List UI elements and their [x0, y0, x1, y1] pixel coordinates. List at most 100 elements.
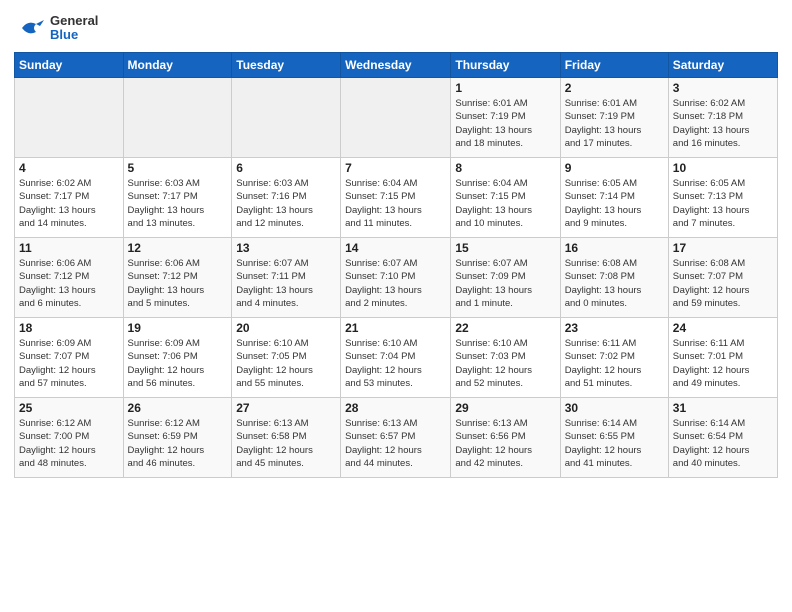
weekday-header-sunday: Sunday	[15, 53, 124, 78]
day-info: Sunrise: 6:13 AMSunset: 6:58 PMDaylight:…	[236, 417, 336, 470]
day-number: 26	[128, 401, 228, 415]
calendar-cell: 9 Sunrise: 6:05 AMSunset: 7:14 PMDaylight…	[560, 158, 668, 238]
calendar-week-row: 4 Sunrise: 6:02 AMSunset: 7:17 PMDaylight…	[15, 158, 778, 238]
calendar-cell: 18 Sunrise: 6:09 AMSunset: 7:07 PMDayligh…	[15, 318, 124, 398]
weekday-header-wednesday: Wednesday	[341, 53, 451, 78]
calendar-cell: 8 Sunrise: 6:04 AMSunset: 7:15 PMDaylight…	[451, 158, 560, 238]
day-info: Sunrise: 6:10 AMSunset: 7:04 PMDaylight:…	[345, 337, 446, 390]
logo-text-general: General	[50, 14, 98, 28]
day-number: 10	[673, 161, 773, 175]
day-number: 23	[565, 321, 664, 335]
day-info: Sunrise: 6:01 AMSunset: 7:19 PMDaylight:…	[565, 97, 664, 150]
day-number: 9	[565, 161, 664, 175]
day-number: 2	[565, 81, 664, 95]
day-number: 8	[455, 161, 555, 175]
logo: General Blue	[14, 12, 98, 44]
calendar-cell: 13 Sunrise: 6:07 AMSunset: 7:11 PMDayligh…	[232, 238, 341, 318]
day-info: Sunrise: 6:05 AMSunset: 7:13 PMDaylight:…	[673, 177, 773, 230]
day-info: Sunrise: 6:02 AMSunset: 7:18 PMDaylight:…	[673, 97, 773, 150]
day-info: Sunrise: 6:04 AMSunset: 7:15 PMDaylight:…	[455, 177, 555, 230]
calendar-cell: 27 Sunrise: 6:13 AMSunset: 6:58 PMDayligh…	[232, 398, 341, 478]
calendar-week-row: 11Sunrise: 6:06 AMSunset: 7:12 PMDayligh…	[15, 238, 778, 318]
day-info: Sunrise: 6:13 AMSunset: 6:56 PMDaylight:…	[455, 417, 555, 470]
calendar-cell: 26 Sunrise: 6:12 AMSunset: 6:59 PMDayligh…	[123, 398, 232, 478]
day-number: 24	[673, 321, 773, 335]
day-number: 15	[455, 241, 555, 255]
calendar-cell: 12Sunrise: 6:06 AMSunset: 7:12 PMDayligh…	[123, 238, 232, 318]
calendar-cell: 11Sunrise: 6:06 AMSunset: 7:12 PMDayligh…	[15, 238, 124, 318]
calendar-cell: 22 Sunrise: 6:10 AMSunset: 7:03 PMDayligh…	[451, 318, 560, 398]
calendar-cell	[341, 78, 451, 158]
day-number: 19	[128, 321, 228, 335]
day-number: 17	[673, 241, 773, 255]
calendar-cell: 31Sunrise: 6:14 AMSunset: 6:54 PMDayligh…	[668, 398, 777, 478]
day-info: Sunrise: 6:03 AMSunset: 7:16 PMDaylight:…	[236, 177, 336, 230]
day-info: Sunrise: 6:04 AMSunset: 7:15 PMDaylight:…	[345, 177, 446, 230]
weekday-header-saturday: Saturday	[668, 53, 777, 78]
calendar-cell: 28 Sunrise: 6:13 AMSunset: 6:57 PMDayligh…	[341, 398, 451, 478]
day-info: Sunrise: 6:07 AMSunset: 7:11 PMDaylight:…	[236, 257, 336, 310]
calendar-cell: 30 Sunrise: 6:14 AMSunset: 6:55 PMDayligh…	[560, 398, 668, 478]
day-number: 7	[345, 161, 446, 175]
weekday-header-friday: Friday	[560, 53, 668, 78]
calendar: SundayMondayTuesdayWednesdayThursdayFrid…	[14, 52, 778, 478]
day-number: 1	[455, 81, 555, 95]
calendar-cell: 29 Sunrise: 6:13 AMSunset: 6:56 PMDayligh…	[451, 398, 560, 478]
calendar-cell: 2 Sunrise: 6:01 AMSunset: 7:19 PMDaylight…	[560, 78, 668, 158]
calendar-cell: 10 Sunrise: 6:05 AMSunset: 7:13 PMDayligh…	[668, 158, 777, 238]
weekday-header-row: SundayMondayTuesdayWednesdayThursdayFrid…	[15, 53, 778, 78]
day-number: 16	[565, 241, 664, 255]
day-number: 13	[236, 241, 336, 255]
day-number: 21	[345, 321, 446, 335]
day-number: 28	[345, 401, 446, 415]
logo-text-blue: Blue	[50, 28, 98, 42]
calendar-cell: 4 Sunrise: 6:02 AMSunset: 7:17 PMDaylight…	[15, 158, 124, 238]
calendar-cell	[123, 78, 232, 158]
calendar-cell: 17Sunrise: 6:08 AMSunset: 7:07 PMDayligh…	[668, 238, 777, 318]
day-number: 29	[455, 401, 555, 415]
calendar-cell: 3 Sunrise: 6:02 AMSunset: 7:18 PMDaylight…	[668, 78, 777, 158]
day-number: 4	[19, 161, 119, 175]
day-info: Sunrise: 6:14 AMSunset: 6:55 PMDaylight:…	[565, 417, 664, 470]
calendar-cell: 1 Sunrise: 6:01 AMSunset: 7:19 PMDaylight…	[451, 78, 560, 158]
calendar-cell: 24Sunrise: 6:11 AMSunset: 7:01 PMDayligh…	[668, 318, 777, 398]
day-info: Sunrise: 6:11 AMSunset: 7:02 PMDaylight:…	[565, 337, 664, 390]
day-info: Sunrise: 6:14 AMSunset: 6:54 PMDaylight:…	[673, 417, 773, 470]
calendar-cell	[15, 78, 124, 158]
header: General Blue	[14, 12, 778, 44]
day-info: Sunrise: 6:06 AMSunset: 7:12 PMDaylight:…	[19, 257, 119, 310]
day-info: Sunrise: 6:12 AMSunset: 7:00 PMDaylight:…	[19, 417, 119, 470]
calendar-cell	[232, 78, 341, 158]
day-info: Sunrise: 6:13 AMSunset: 6:57 PMDaylight:…	[345, 417, 446, 470]
calendar-cell: 20Sunrise: 6:10 AMSunset: 7:05 PMDayligh…	[232, 318, 341, 398]
day-info: Sunrise: 6:02 AMSunset: 7:17 PMDaylight:…	[19, 177, 119, 230]
page: General Blue SundayMondayTuesdayWednesda…	[0, 0, 792, 612]
day-info: Sunrise: 6:12 AMSunset: 6:59 PMDaylight:…	[128, 417, 228, 470]
calendar-cell: 6 Sunrise: 6:03 AMSunset: 7:16 PMDaylight…	[232, 158, 341, 238]
day-info: Sunrise: 6:07 AMSunset: 7:10 PMDaylight:…	[345, 257, 446, 310]
day-info: Sunrise: 6:06 AMSunset: 7:12 PMDaylight:…	[128, 257, 228, 310]
calendar-cell: 19Sunrise: 6:09 AMSunset: 7:06 PMDayligh…	[123, 318, 232, 398]
day-number: 5	[128, 161, 228, 175]
calendar-week-row: 1 Sunrise: 6:01 AMSunset: 7:19 PMDaylight…	[15, 78, 778, 158]
calendar-week-row: 25Sunrise: 6:12 AMSunset: 7:00 PMDayligh…	[15, 398, 778, 478]
calendar-cell: 23 Sunrise: 6:11 AMSunset: 7:02 PMDayligh…	[560, 318, 668, 398]
day-number: 30	[565, 401, 664, 415]
day-number: 18	[19, 321, 119, 335]
day-number: 20	[236, 321, 336, 335]
day-info: Sunrise: 6:10 AMSunset: 7:03 PMDaylight:…	[455, 337, 555, 390]
day-number: 6	[236, 161, 336, 175]
calendar-cell: 21 Sunrise: 6:10 AMSunset: 7:04 PMDayligh…	[341, 318, 451, 398]
day-info: Sunrise: 6:07 AMSunset: 7:09 PMDaylight:…	[455, 257, 555, 310]
weekday-header-monday: Monday	[123, 53, 232, 78]
day-info: Sunrise: 6:01 AMSunset: 7:19 PMDaylight:…	[455, 97, 555, 150]
weekday-header-tuesday: Tuesday	[232, 53, 341, 78]
day-number: 22	[455, 321, 555, 335]
day-info: Sunrise: 6:05 AMSunset: 7:14 PMDaylight:…	[565, 177, 664, 230]
day-number: 3	[673, 81, 773, 95]
day-info: Sunrise: 6:09 AMSunset: 7:07 PMDaylight:…	[19, 337, 119, 390]
day-number: 27	[236, 401, 336, 415]
day-info: Sunrise: 6:03 AMSunset: 7:17 PMDaylight:…	[128, 177, 228, 230]
calendar-cell: 14Sunrise: 6:07 AMSunset: 7:10 PMDayligh…	[341, 238, 451, 318]
calendar-cell: 5 Sunrise: 6:03 AMSunset: 7:17 PMDaylight…	[123, 158, 232, 238]
